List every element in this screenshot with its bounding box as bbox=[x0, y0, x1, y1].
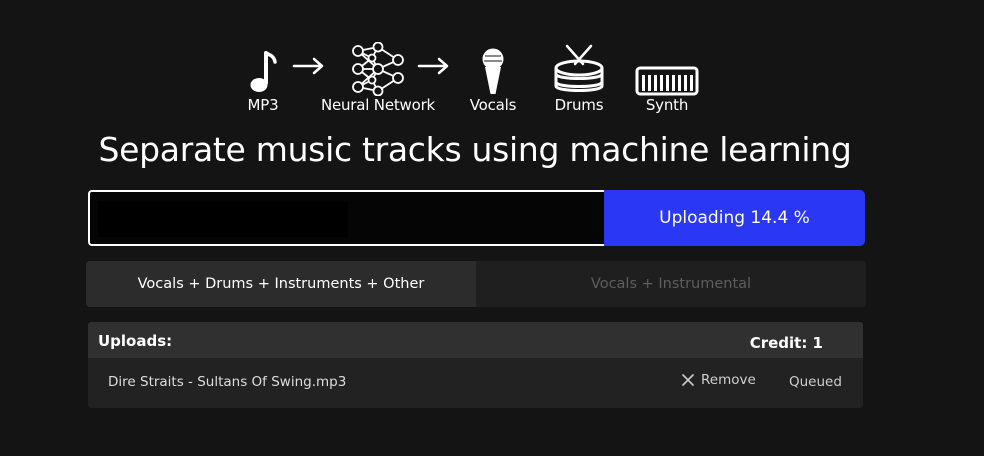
file-drop-input[interactable] bbox=[88, 190, 604, 246]
tab-vocals-drums-instruments-other[interactable]: Vocals + Drums + Instruments + Other bbox=[86, 261, 476, 307]
pipeline-diagram: MP3 Neural Network Vocals Drums Synth bbox=[0, 0, 984, 120]
pipeline-step-drums: Drums bbox=[548, 40, 610, 114]
upload-progress-button[interactable]: Uploading 14.4 % bbox=[604, 190, 865, 246]
pipeline-label-drums: Drums bbox=[554, 96, 604, 114]
pipeline-step-synth: Synth bbox=[634, 40, 700, 114]
tab-vocals-instrumental[interactable]: Vocals + Instrumental bbox=[476, 261, 866, 307]
pipeline-label-vocals: Vocals bbox=[469, 96, 517, 114]
file-name-redacted bbox=[98, 201, 348, 237]
microphone-icon bbox=[480, 40, 506, 96]
pipeline-label-mp3: MP3 bbox=[247, 96, 279, 114]
uploads-header: Uploads: Credit: 1 bbox=[88, 322, 863, 358]
upload-status: Queued bbox=[789, 374, 842, 390]
pipeline-step-mp3: MP3 bbox=[240, 40, 286, 114]
upload-file-name: Dire Straits - Sultans Of Swing.mp3 bbox=[108, 374, 347, 390]
uploads-panel: Uploads: Credit: 1 Dire Straits - Sultan… bbox=[88, 322, 863, 408]
pipeline-label-synth: Synth bbox=[645, 96, 689, 114]
music-note-icon bbox=[248, 40, 278, 96]
page-title: Separate music tracks using machine lear… bbox=[98, 130, 852, 169]
credit-counter: Credit: 1 bbox=[749, 334, 823, 352]
separation-mode-tabs: Vocals + Drums + Instruments + Other Voc… bbox=[86, 261, 866, 307]
neural-network-icon bbox=[350, 40, 406, 96]
pipeline-step-vocals: Vocals bbox=[462, 40, 524, 114]
keyboard-icon bbox=[635, 40, 699, 96]
upload-row: Dire Straits - Sultans Of Swing.mp3 Remo… bbox=[88, 358, 863, 408]
remove-button[interactable]: Remove bbox=[682, 372, 756, 388]
close-icon bbox=[682, 374, 694, 386]
pipeline-label-neural-network: Neural Network bbox=[320, 96, 436, 114]
drum-icon bbox=[553, 40, 605, 96]
uploads-title: Uploads: bbox=[98, 332, 173, 350]
arrow-right-icon bbox=[417, 56, 451, 80]
remove-label: Remove bbox=[701, 372, 756, 388]
